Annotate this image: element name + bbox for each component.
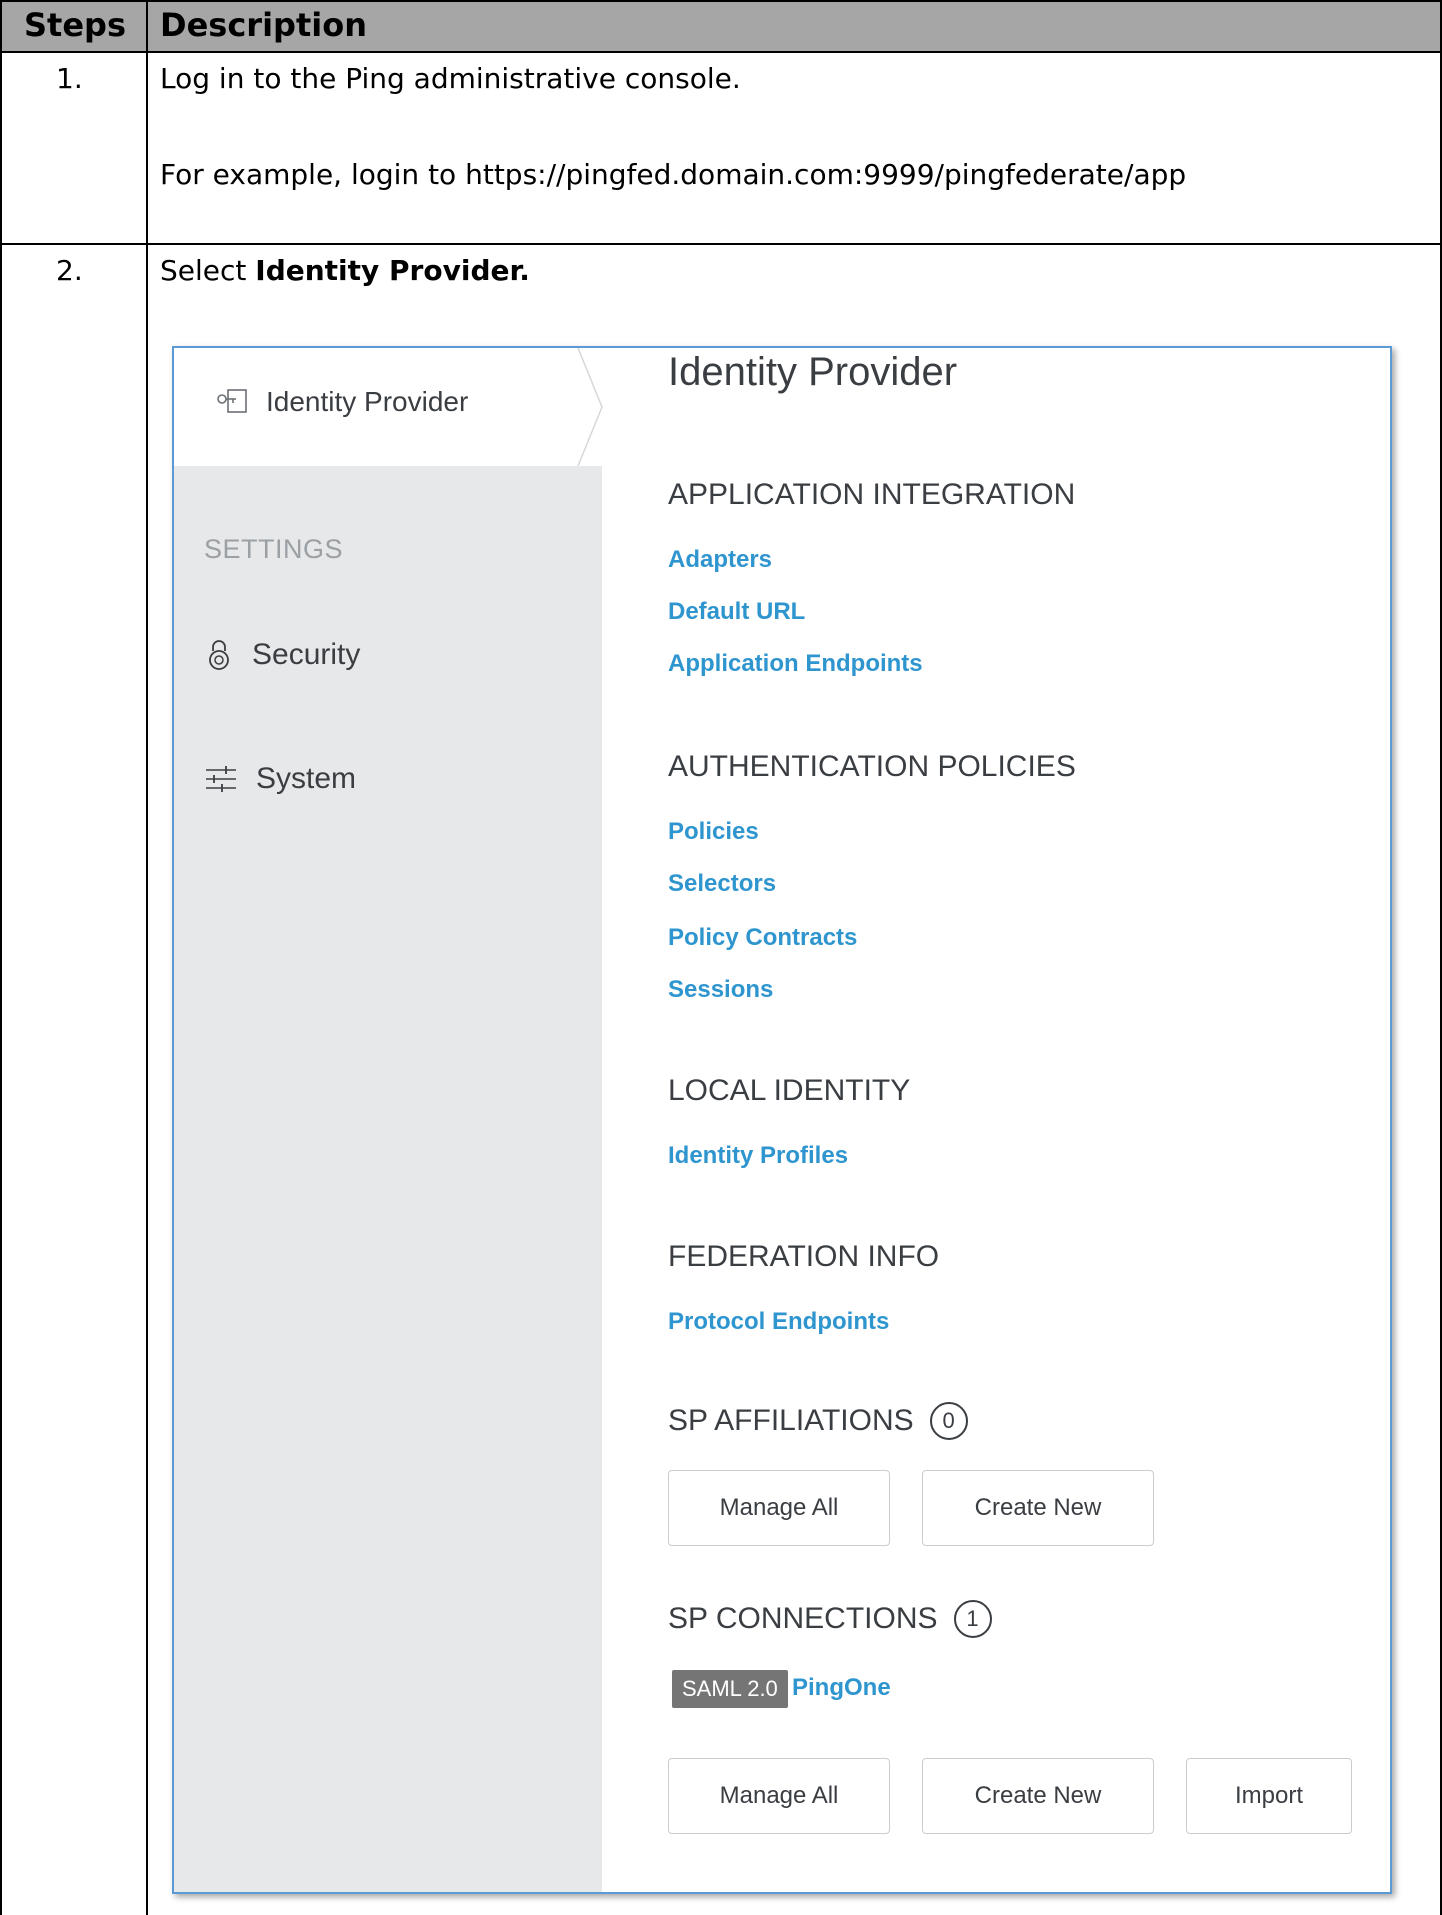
create-new-button[interactable]: Create New (922, 1758, 1154, 1834)
link-default-url[interactable]: Default URL (668, 598, 805, 626)
sp-affiliations-heading: SP AFFILIATIONS 0 (668, 1402, 968, 1440)
sidebar-item-label: Identity Provider (266, 386, 469, 417)
section-heading: APPLICATION INTEGRATION (668, 478, 1076, 511)
protocol-badge: SAML 2.0 (672, 1670, 788, 1708)
manage-all-button[interactable]: Manage All (668, 1758, 890, 1834)
create-new-button[interactable]: Create New (922, 1470, 1154, 1546)
section-heading: FEDERATION INFO (668, 1240, 940, 1273)
table-border-top (0, 0, 1442, 2)
sliders-icon (206, 766, 236, 792)
manage-all-button[interactable]: Manage All (668, 1470, 890, 1546)
column-divider (146, 0, 148, 1915)
sidebar-item-label: Security (252, 638, 361, 671)
import-button[interactable]: Import (1186, 1758, 1352, 1834)
link-connection[interactable]: PingOne (792, 1674, 891, 1702)
sidebar-item-system[interactable]: System (204, 762, 356, 796)
step-example-text: For example, login to https://pingfed.do… (160, 158, 1187, 191)
header-steps: Steps (24, 6, 126, 44)
link-sessions[interactable]: Sessions (668, 976, 773, 1004)
sidebar-item-security[interactable]: Security (204, 638, 360, 672)
sidebar: Identity Provider SETTINGS Security Syst… (174, 348, 603, 1892)
step-bold-text: Identity Provider. (255, 254, 530, 287)
link-adapters[interactable]: Adapters (668, 546, 772, 574)
table-border-left (0, 0, 2, 1915)
lock-icon (209, 640, 229, 670)
active-arrow-icon (574, 348, 603, 466)
sidebar-item-identity-provider[interactable]: Identity Provider (174, 348, 603, 466)
table-header-divider (0, 51, 1442, 53)
section-heading: AUTHENTICATION POLICIES (668, 750, 1076, 783)
identity-provider-icon (217, 389, 247, 413)
count-badge: 0 (929, 1402, 968, 1440)
sidebar-active-row: Identity Provider (216, 386, 468, 418)
sp-connections-heading: SP CONNECTIONS 1 (668, 1600, 992, 1638)
count-badge: 1 (953, 1600, 992, 1638)
link-protocol-endpoints[interactable]: Protocol Endpoints (668, 1308, 889, 1336)
link-policy-contracts[interactable]: Policy Contracts (668, 924, 857, 952)
step-text: Log in to the Ping administrative consol… (160, 62, 741, 95)
main-panel: Identity Provider APPLICATION INTEGRATIO… (602, 348, 1390, 1892)
page-title: Identity Provider (668, 350, 958, 394)
step-number: 2. (56, 254, 83, 287)
header-description: Description (160, 6, 367, 44)
settings-heading: SETTINGS (204, 534, 344, 564)
link-identity-profiles[interactable]: Identity Profiles (668, 1142, 848, 1170)
link-policies[interactable]: Policies (668, 818, 759, 846)
step-text: Select Identity Provider. (160, 254, 530, 287)
link-selectors[interactable]: Selectors (668, 870, 776, 898)
row-divider (0, 243, 1442, 245)
step-number: 1. (56, 62, 83, 95)
link-application-endpoints[interactable]: Application Endpoints (668, 650, 923, 678)
console-screenshot: Identity Provider SETTINGS Security Syst… (172, 346, 1392, 1894)
sidebar-item-label: System (256, 762, 357, 795)
section-heading: LOCAL IDENTITY (668, 1074, 911, 1107)
